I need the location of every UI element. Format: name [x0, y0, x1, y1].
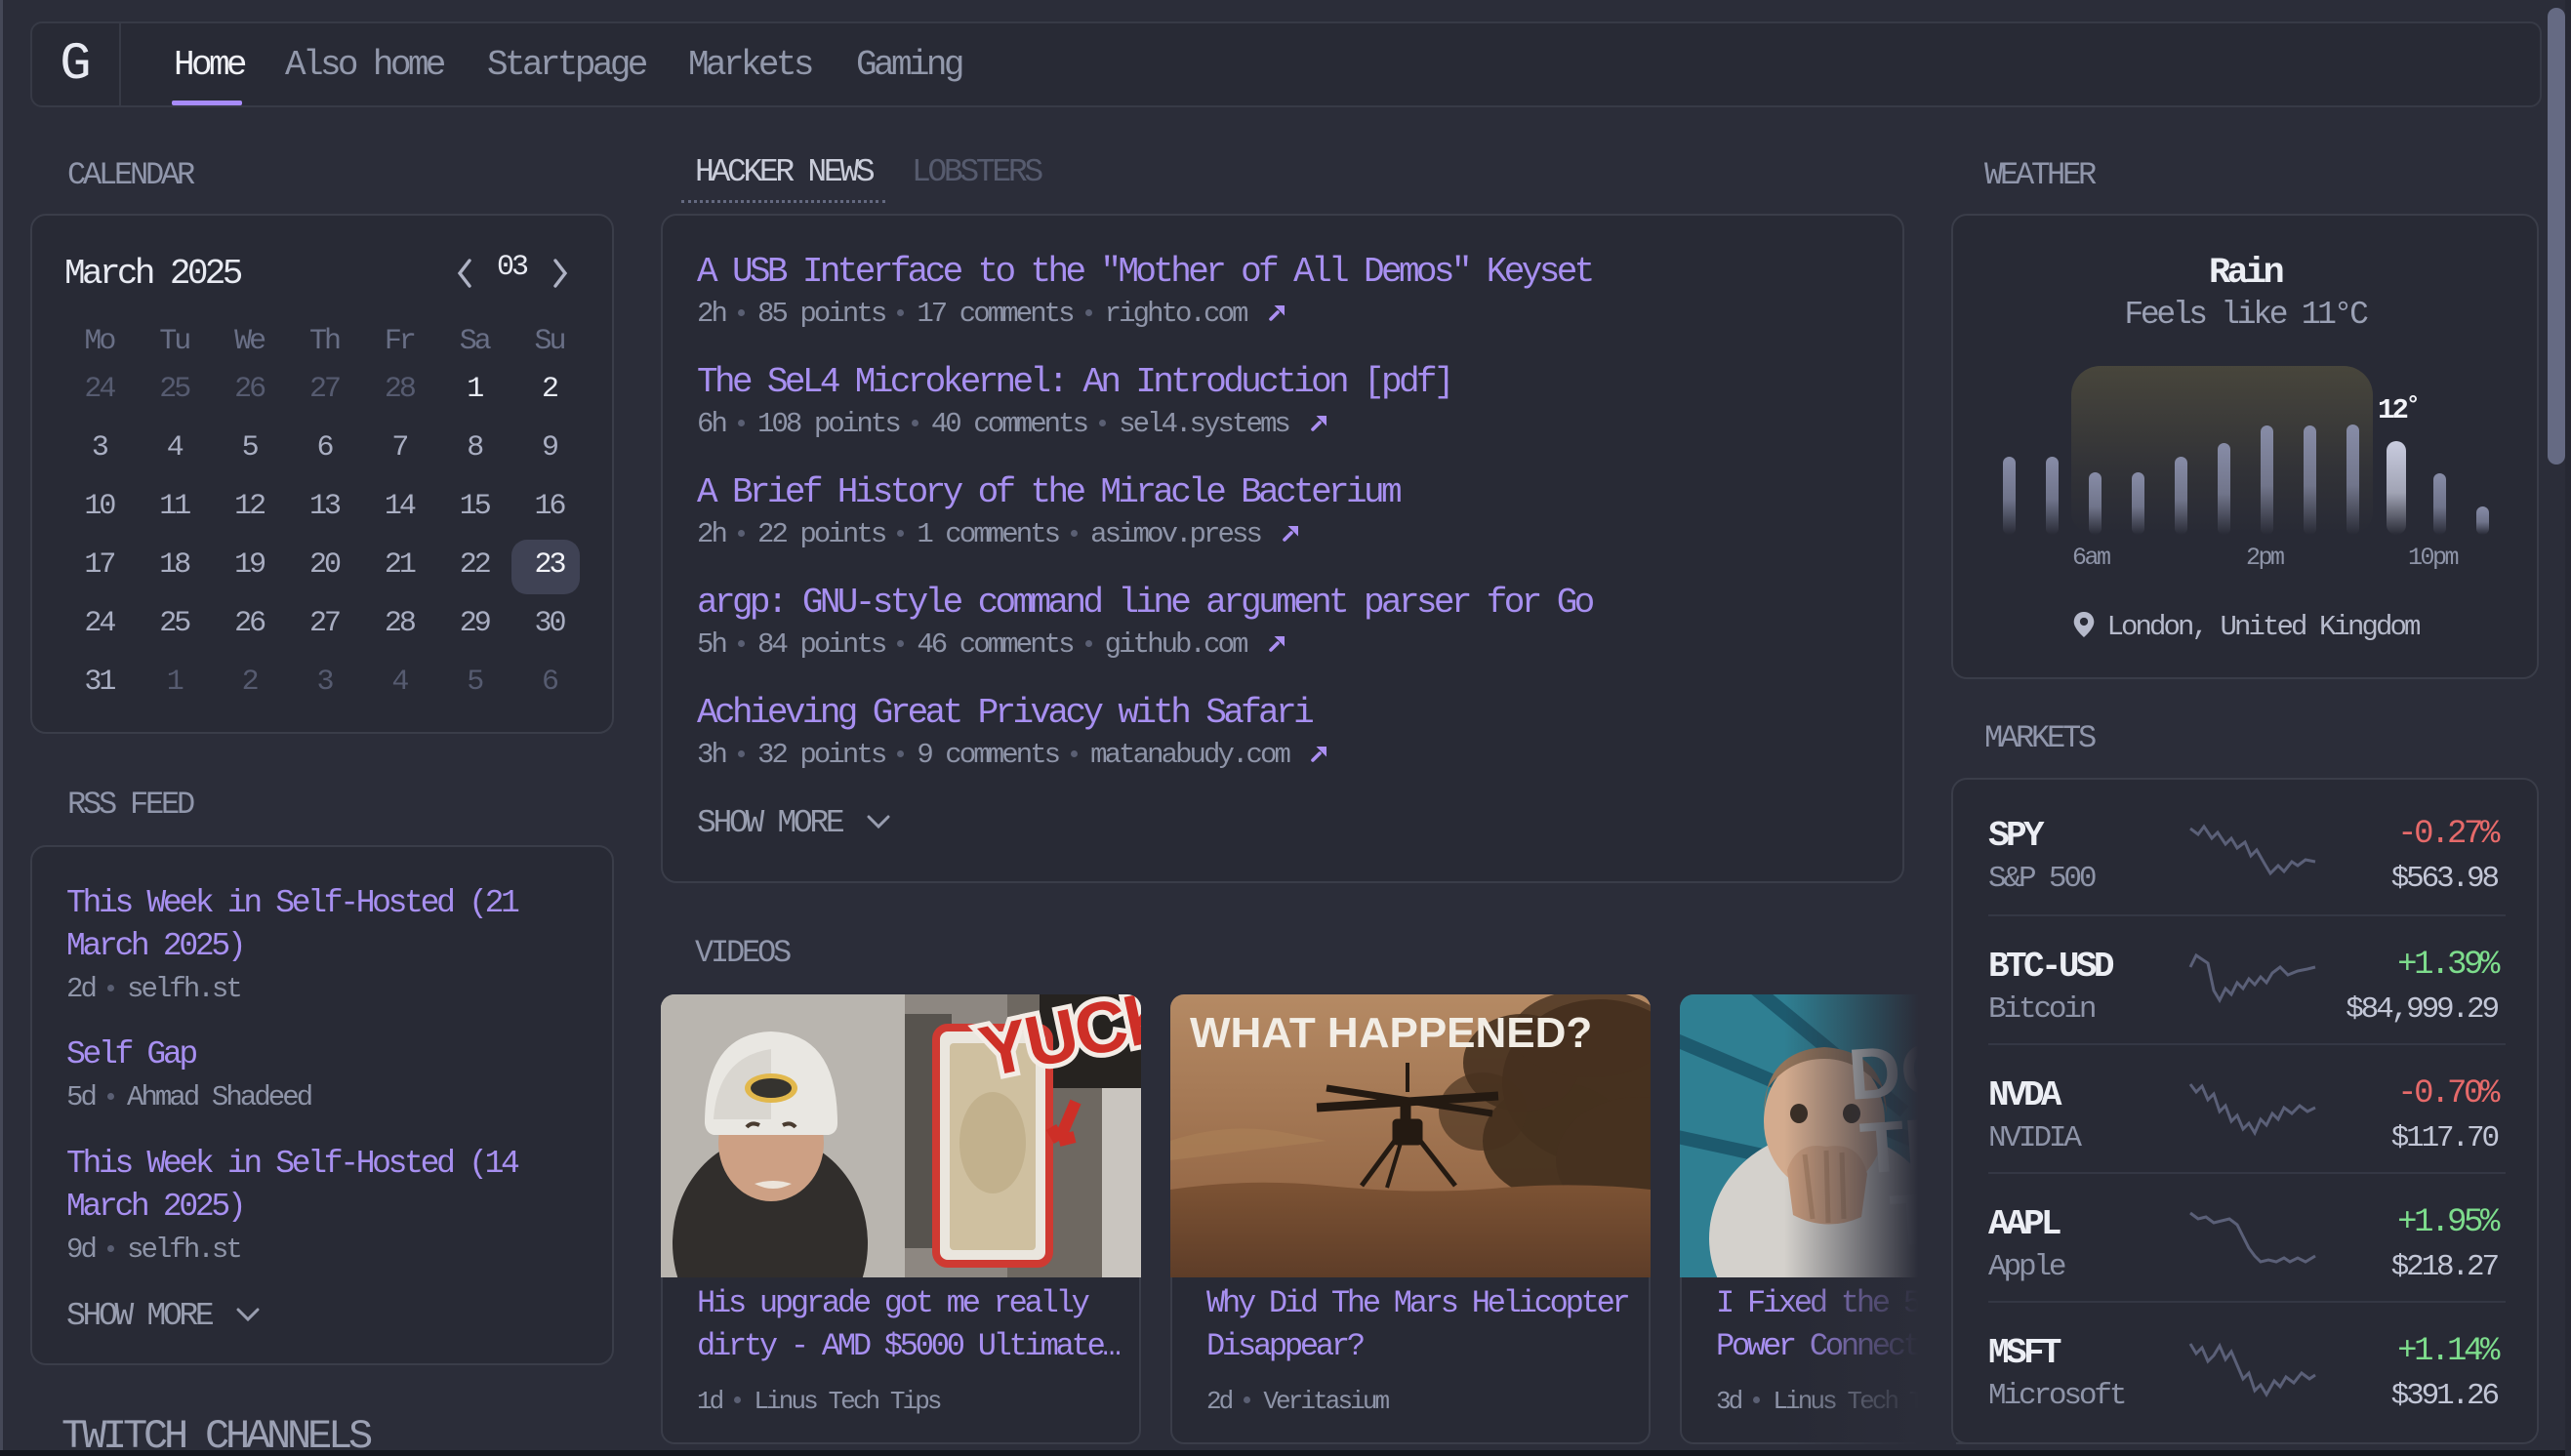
- svg-text:WHAT HAPPENED?: WHAT HAPPENED?: [1190, 1009, 1592, 1057]
